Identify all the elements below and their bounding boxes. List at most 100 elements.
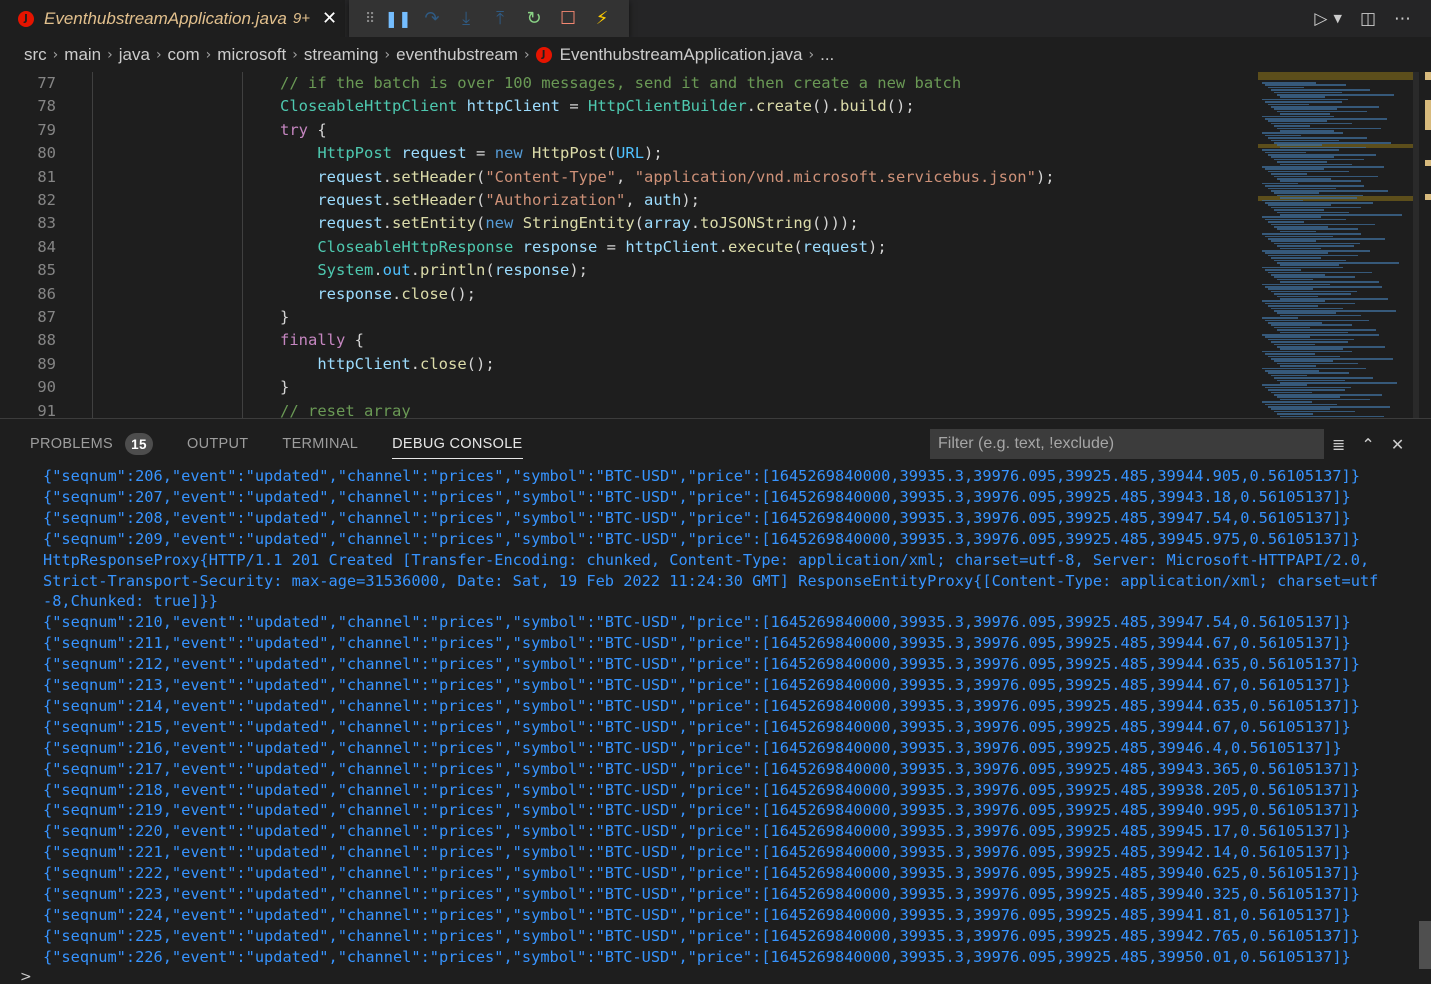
- console-line: {"seqnum":208,"event":"updated","channel…: [43, 508, 1351, 527]
- breadcrumb-item[interactable]: streaming: [304, 45, 379, 65]
- minimap-line: [1274, 394, 1382, 396]
- line-number: 83: [37, 214, 56, 233]
- step-into-icon[interactable]: ⤓: [449, 4, 483, 34]
- console-filter-input[interactable]: [930, 429, 1324, 459]
- console-line: {"seqnum":220,"event":"updated","channel…: [43, 822, 1351, 841]
- more-actions-icon[interactable]: ⋯: [1394, 9, 1411, 29]
- minimap-line: [1265, 84, 1346, 86]
- tab-terminal[interactable]: TERMINAL: [282, 419, 358, 469]
- minimap-line: [1274, 326, 1310, 329]
- line-number: 84: [37, 237, 56, 256]
- breadcrumb-item[interactable]: eventhubstream: [396, 45, 518, 65]
- console-line: {"seqnum":214,"event":"updated","channel…: [43, 696, 1360, 715]
- stop-icon[interactable]: ☐: [551, 4, 585, 34]
- minimap-line: [1274, 293, 1351, 295]
- minimap-line: [1271, 122, 1352, 125]
- console-scrollbar[interactable]: [1419, 469, 1431, 969]
- minimap-line: [1277, 110, 1367, 113]
- minimap-line: [1265, 151, 1306, 154]
- minimap-line: [1268, 355, 1340, 358]
- tab-label: DEBUG CONSOLE: [392, 436, 523, 452]
- minimap-line: [1262, 132, 1343, 134]
- minimap-line: [1262, 317, 1298, 319]
- minimap-line: [1265, 118, 1387, 120]
- minimap-line: [1271, 324, 1352, 326]
- tab-title: EventhubstreamApplication.java: [44, 8, 287, 28]
- debug-console-output[interactable]: {"seqnum":206,"event":"updated","channel…: [0, 469, 1417, 969]
- line-number: 88: [37, 331, 56, 350]
- minimap-line: [1271, 358, 1393, 360]
- minimap-line: [1274, 125, 1310, 127]
- minimap-line: [1277, 329, 1376, 331]
- minimap-line: [1277, 194, 1363, 197]
- line-number: 90: [37, 378, 56, 397]
- console-line: Strict-Transport-Security: max-age=31536…: [43, 571, 1379, 590]
- minimap-line: [1277, 396, 1340, 398]
- code-line: 85 System.out.println(response);: [0, 259, 1255, 282]
- clear-console-icon[interactable]: ≣: [1332, 435, 1345, 454]
- step-over-icon[interactable]: ↷: [415, 4, 449, 34]
- tab-debug-console[interactable]: DEBUG CONSOLE: [392, 419, 523, 469]
- code-editor[interactable]: 77// if the batch is over 100 messages, …: [0, 72, 1431, 418]
- console-line: {"seqnum":207,"event":"updated","channel…: [43, 487, 1351, 506]
- breadcrumb-item[interactable]: ...: [820, 45, 834, 65]
- breadcrumb: src › main › java › com › microsoft › st…: [0, 37, 1431, 72]
- maximize-panel-icon[interactable]: ⌃: [1361, 435, 1374, 454]
- breadcrumb-file[interactable]: EventhubstreamApplication.java: [535, 44, 803, 65]
- minimap-line: [1280, 314, 1361, 317]
- minimap-line: [1277, 278, 1313, 281]
- editor-scrollbar[interactable]: [1419, 72, 1431, 418]
- chevron-down-icon[interactable]: ▼: [1333, 12, 1341, 25]
- minimap-line: [1265, 302, 1355, 305]
- console-line: {"seqnum":210,"event":"updated","channel…: [43, 613, 1351, 632]
- minimap-line: [1274, 377, 1373, 379]
- scrollbar-thumb[interactable]: [1419, 921, 1431, 969]
- step-out-icon[interactable]: ⤒: [483, 4, 517, 34]
- scrollbar-marker: [1425, 72, 1431, 80]
- minimap-line: [1268, 389, 1345, 391]
- code-line: 84 CloseableHttpResponse response = http…: [0, 236, 1255, 259]
- line-number: 79: [37, 120, 56, 139]
- split-editor-icon[interactable]: ◫: [1360, 9, 1376, 29]
- minimap-line: [1262, 233, 1361, 235]
- minimap-line: [1271, 240, 1316, 242]
- breadcrumb-item[interactable]: java: [119, 45, 150, 65]
- minimap-line: [1271, 341, 1348, 343]
- pause-icon[interactable]: ❚❚: [381, 4, 415, 34]
- minimap-line: [1268, 305, 1318, 307]
- minimap-line: [1274, 360, 1333, 362]
- minimap[interactable]: [1258, 72, 1413, 418]
- minimap-line: [1265, 202, 1373, 204]
- line-number: 85: [37, 261, 56, 280]
- minimap-line: [1262, 300, 1325, 302]
- breadcrumb-item: EventhubstreamApplication.java: [559, 44, 803, 64]
- console-line: {"seqnum":215,"event":"updated","channel…: [43, 717, 1351, 736]
- minimap-line: [1280, 214, 1402, 216]
- tab-problems[interactable]: PROBLEMS 15: [30, 419, 153, 469]
- minimap-line: [1265, 286, 1382, 288]
- editor-tab[interactable]: EventhubstreamApplication.java 9+ ✕: [0, 0, 346, 37]
- run-icon[interactable]: ▷: [1314, 9, 1327, 29]
- hot-code-replace-icon[interactable]: ⚡: [585, 4, 619, 34]
- minimap-line: [1280, 230, 1316, 233]
- breadcrumb-item[interactable]: main: [64, 45, 101, 65]
- minimap-line: [1268, 204, 1331, 206]
- code-line: 78 CloseableHttpClient httpClient = HttpC…: [0, 95, 1255, 118]
- breadcrumb-item[interactable]: microsoft: [217, 45, 286, 65]
- console-line: {"seqnum":212,"event":"updated","channel…: [43, 655, 1360, 674]
- minimap-line: [1268, 406, 1390, 408]
- close-panel-icon[interactable]: ✕: [1391, 435, 1404, 454]
- tab-output[interactable]: OUTPUT: [187, 419, 248, 469]
- restart-icon[interactable]: ↻: [517, 4, 551, 34]
- minimap-line: [1262, 182, 1298, 185]
- minimap-line: [1271, 374, 1307, 377]
- close-icon[interactable]: ✕: [322, 8, 337, 29]
- drag-handle-icon[interactable]: ⠿: [359, 4, 381, 34]
- minimap-line: [1274, 91, 1342, 94]
- console-prompt[interactable]: >: [20, 969, 1431, 984]
- minimap-line: [1262, 283, 1330, 286]
- breadcrumb-item[interactable]: src: [24, 45, 47, 65]
- breadcrumb-item[interactable]: com: [168, 45, 200, 65]
- chevron-right-icon: ›: [52, 46, 59, 63]
- console-line: {"seqnum":226,"event":"updated","channel…: [43, 947, 1351, 966]
